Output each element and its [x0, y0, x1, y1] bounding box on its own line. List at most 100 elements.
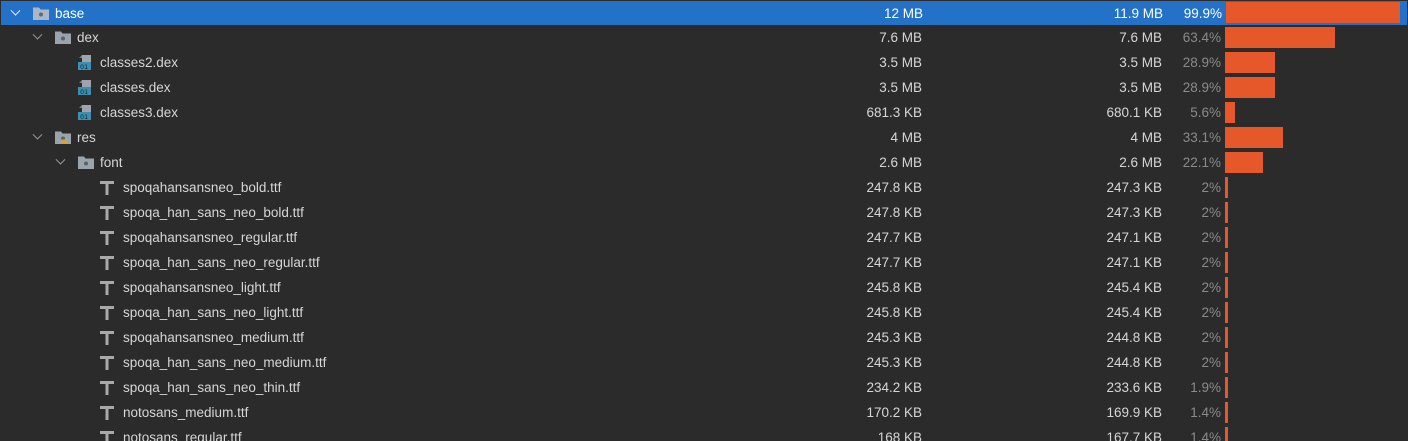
size-bar: [1226, 2, 1400, 23]
download-size: 7.6 MB: [1119, 30, 1162, 45]
percent-of-total: 33.1%: [1182, 130, 1221, 145]
size-bar: [1225, 102, 1235, 123]
raw-file-size: 3.5 MB: [879, 80, 922, 95]
chevron-down-icon[interactable]: [8, 1, 22, 26]
dex-file-icon: 01: [77, 104, 95, 121]
row-name: font: [100, 155, 123, 170]
tree-row[interactable]: spoqa_han_sans_neo_bold.ttf 247.8 KB 247.3…: [0, 200, 1408, 225]
font-file-icon: [98, 254, 116, 271]
percent-of-total: 2%: [1201, 180, 1221, 195]
raw-file-size: 245.8 KB: [866, 280, 922, 295]
row-name: spoqahansansneo_medium.ttf: [123, 330, 304, 345]
folder-icon: [32, 5, 50, 22]
tree-row[interactable]: notosans_regular.ttf 168 KB 167.7 KB 1.4%: [0, 425, 1408, 441]
download-size: 3.5 MB: [1119, 55, 1162, 70]
tree-row[interactable]: 01 classes3.dex 681.3 KB 680.1 KB 5.6%: [0, 100, 1408, 125]
percent-of-total: 28.9%: [1182, 55, 1221, 70]
download-size: 244.8 KB: [1106, 330, 1162, 345]
row-name: spoqa_han_sans_neo_light.ttf: [123, 305, 304, 320]
size-bar: [1225, 202, 1228, 223]
folder-icon: [77, 154, 95, 171]
raw-file-size: 247.7 KB: [866, 255, 922, 270]
font-file-icon: [98, 404, 116, 421]
tree-row[interactable]: 01 classes2.dex 3.5 MB 3.5 MB 28.9%: [0, 50, 1408, 75]
row-name: classes2.dex: [100, 55, 179, 70]
percent-of-total: 99.9%: [1183, 6, 1222, 21]
chevron-down-icon[interactable]: [30, 125, 44, 150]
row-name: spoqahansansneo_regular.ttf: [123, 230, 298, 245]
tree-row[interactable]: dex 7.6 MB 7.6 MB 63.4%: [0, 25, 1408, 50]
row-name: classes.dex: [100, 80, 171, 95]
chevron-down-icon[interactable]: [53, 150, 67, 175]
size-bar: [1225, 327, 1228, 348]
download-size: 247.1 KB: [1106, 230, 1162, 245]
apk-size-tree[interactable]: base 12 MB 11.9 MB 99.9% dex 7.6 MB 7.6 MB 63.4…: [0, 0, 1408, 441]
tree-row[interactable]: spoqa_han_sans_neo_thin.ttf 234.2 KB 233.6…: [0, 375, 1408, 400]
size-bar: [1225, 177, 1228, 198]
size-bar: [1225, 377, 1228, 398]
folder-icon: [54, 29, 72, 46]
row-name: spoqa_han_sans_neo_thin.ttf: [123, 380, 301, 395]
percent-of-total: 1.4%: [1190, 405, 1221, 420]
raw-file-size: 12 MB: [883, 6, 923, 21]
percent-of-total: 2%: [1201, 255, 1221, 270]
size-bar: [1225, 427, 1228, 441]
raw-file-size: 2.6 MB: [879, 155, 922, 170]
svg-text:01: 01: [80, 113, 88, 121]
row-name: base: [55, 6, 85, 21]
row-name: dex: [77, 30, 99, 45]
size-bar: [1225, 127, 1283, 148]
raw-file-size: 3.5 MB: [879, 55, 922, 70]
svg-text:01: 01: [80, 88, 88, 96]
size-bar: [1225, 52, 1275, 73]
size-bar: [1225, 252, 1228, 273]
size-bar: [1225, 302, 1228, 323]
download-size: 169.9 KB: [1106, 405, 1162, 420]
font-file-icon: [98, 279, 116, 296]
size-bar: [1225, 227, 1228, 248]
font-file-icon: [98, 429, 116, 441]
raw-file-size: 234.2 KB: [866, 380, 922, 395]
raw-file-size: 170.2 KB: [866, 405, 922, 420]
percent-of-total: 2%: [1201, 305, 1221, 320]
tree-row[interactable]: spoqa_han_sans_neo_regular.ttf 247.7 KB 24…: [0, 250, 1408, 275]
row-name: notosans_regular.ttf: [123, 430, 242, 441]
raw-file-size: 247.8 KB: [866, 180, 922, 195]
percent-of-total: 2%: [1201, 205, 1221, 220]
tree-row[interactable]: spoqahansansneo_regular.ttf 247.7 KB 247.1…: [0, 225, 1408, 250]
tree-row[interactable]: spoqahansansneo_bold.ttf 247.8 KB 247.3 KB…: [0, 175, 1408, 200]
row-name: res: [77, 130, 96, 145]
tree-row[interactable]: spoqa_han_sans_neo_medium.ttf 245.3 KB 244…: [0, 350, 1408, 375]
tree-row[interactable]: res 4 MB 4 MB 33.1%: [0, 125, 1408, 150]
row-name: classes3.dex: [100, 105, 179, 120]
row-name: spoqahansansneo_bold.ttf: [123, 180, 282, 195]
row-name: spoqahansansneo_light.ttf: [123, 280, 281, 295]
font-file-icon: [98, 229, 116, 246]
tree-row[interactable]: base 12 MB 11.9 MB 99.9%: [1, 1, 1407, 25]
download-size: 233.6 KB: [1106, 380, 1162, 395]
download-size: 245.4 KB: [1106, 305, 1162, 320]
tree-row[interactable]: 01 classes.dex 3.5 MB 3.5 MB 28.9%: [0, 75, 1408, 100]
chevron-down-icon[interactable]: [30, 25, 44, 50]
tree-row[interactable]: spoqa_han_sans_neo_light.ttf 245.8 KB 245.…: [0, 300, 1408, 325]
tree-row[interactable]: spoqahansansneo_light.ttf 245.8 KB 245.4 K…: [0, 275, 1408, 300]
row-name: spoqa_han_sans_neo_medium.ttf: [123, 355, 327, 370]
percent-of-total: 28.9%: [1182, 80, 1221, 95]
raw-file-size: 245.3 KB: [866, 330, 922, 345]
tree-row[interactable]: notosans_medium.ttf 170.2 KB 169.9 KB 1.4%: [0, 400, 1408, 425]
tree-row[interactable]: font 2.6 MB 2.6 MB 22.1%: [0, 150, 1408, 175]
row-name: notosans_medium.ttf: [123, 405, 249, 420]
raw-file-size: 247.8 KB: [866, 205, 922, 220]
raw-file-size: 4 MB: [890, 130, 922, 145]
raw-file-size: 681.3 KB: [866, 105, 922, 120]
size-bar: [1225, 402, 1228, 423]
size-bar: [1225, 27, 1335, 48]
tree-row[interactable]: spoqahansansneo_medium.ttf 245.3 KB 244.8 …: [0, 325, 1408, 350]
download-size: 4 MB: [1130, 130, 1162, 145]
raw-file-size: 247.7 KB: [866, 230, 922, 245]
size-bar: [1225, 77, 1275, 98]
size-bar: [1225, 277, 1228, 298]
raw-file-size: 168 KB: [877, 430, 922, 441]
font-file-icon: [98, 179, 116, 196]
percent-of-total: 1.9%: [1190, 380, 1221, 395]
